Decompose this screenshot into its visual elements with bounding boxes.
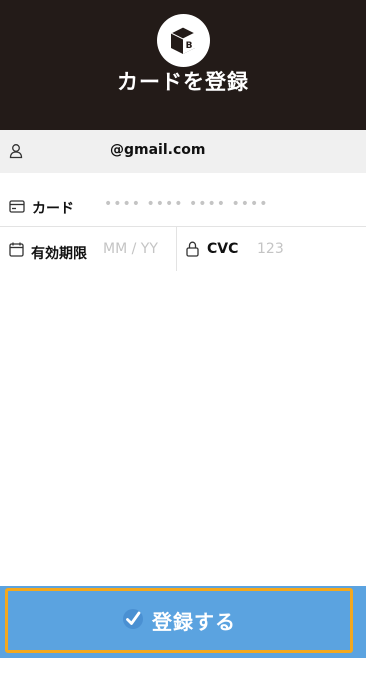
checkmark-icon	[122, 608, 144, 634]
expiry-label: 有効期限	[31, 246, 87, 262]
expiry-input[interactable]: MM / YY	[103, 241, 158, 257]
vertical-divider	[176, 227, 177, 271]
user-icon	[9, 143, 23, 163]
card-number-input[interactable]: •••• •••• •••• ••••	[104, 196, 268, 212]
card-label: カード	[32, 201, 74, 217]
logo-letter: B	[186, 41, 193, 51]
calendar-icon	[9, 242, 24, 261]
cvc-input[interactable]: 123	[257, 241, 284, 257]
header: B カードを登録	[0, 0, 366, 130]
cube-logo-icon: B	[169, 26, 197, 54]
register-button[interactable]: 登録する	[5, 588, 353, 653]
credit-card-icon	[9, 198, 25, 217]
email-row: @gmail.com	[0, 130, 366, 173]
cvc-label: CVC	[207, 241, 239, 257]
register-button-label: 登録する	[152, 610, 236, 634]
divider	[0, 226, 366, 227]
account-email: @gmail.com	[110, 142, 206, 158]
app-logo: B	[157, 14, 210, 67]
page-title: カードを登録	[117, 70, 249, 94]
lock-icon	[186, 241, 199, 261]
